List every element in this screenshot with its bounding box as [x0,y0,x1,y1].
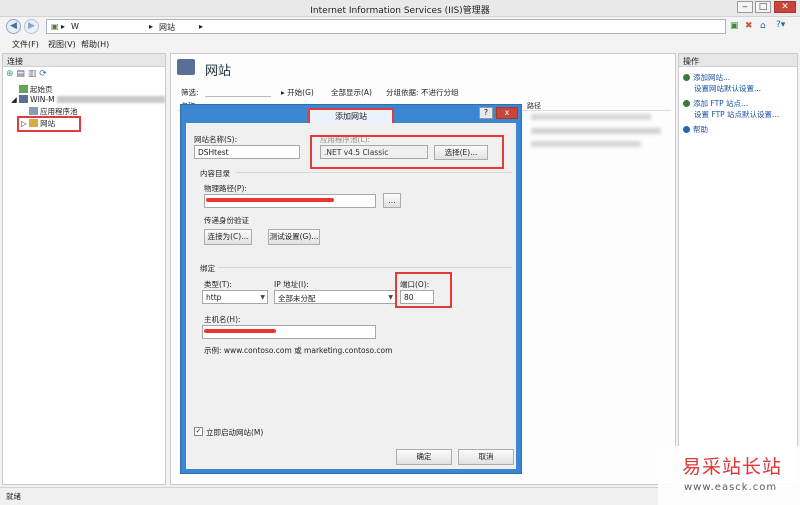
dialog-title-bar: 添加网站 ? x [181,105,521,126]
menu-bar: 文件(F) 视图(V) 帮助(H) [0,37,800,51]
ip-label: IP 地址(I): [274,280,309,289]
annotation-box-port [395,272,452,308]
physical-path-label: 物理路径(P): [204,184,247,193]
show-all-button[interactable]: 全部显示(A) [331,87,372,98]
address-path: 网站 [159,23,175,32]
site-name-input[interactable]: DSHtest [194,145,300,159]
address-host: W [71,22,79,31]
watermark-brand: 易采站长站 [682,456,783,478]
maximize-button[interactable]: □ [755,1,771,13]
action-site-defaults[interactable]: 设置网站默认设置... [694,83,761,94]
window-title-bar: Internet Information Services (IIS)管理器 ‒… [0,0,800,17]
actions-header: 操作 [679,54,797,67]
tree-item-server[interactable]: ◢ WIN-M [11,95,165,104]
hostname-label: 主机名(H): [204,315,241,324]
site-name-label: 网站名称(S): [194,135,238,144]
chevron-down-icon: ▼ [388,294,393,301]
connections-header: 连接 [3,54,165,67]
menu-view[interactable]: 视图(V) [48,39,76,50]
help-circle-icon [683,126,690,133]
connections-pane: 连接 ⊕ ▤ ▥ ⟳ 起始页 ◢ WIN-M 应用程序池 ▷ 网站 [2,53,166,485]
up-icon[interactable]: ▥ [28,69,37,79]
back-arrow-icon[interactable]: ◀ [6,19,21,34]
connect-icon[interactable]: ⊕ [6,69,14,79]
group-by-label: 分组依据: [386,88,419,97]
menu-file[interactable]: 文件(F) [12,39,39,50]
group-by-select[interactable]: 不进行分组 [421,87,459,98]
start-page-icon [19,85,28,93]
ok-button[interactable]: 确定 [396,449,452,465]
server-icon [19,95,29,103]
sites-globe-icon [177,59,195,75]
start-button[interactable]: ▸ 开始(G) [281,87,314,98]
cancel-button[interactable]: 取消 [458,449,514,465]
blurred-row [531,114,651,120]
test-settings-button[interactable]: 测试设置(G)... [268,229,320,245]
save-icon[interactable]: ▤ [16,69,25,79]
watermark: 易采站长站 www.easck.com [658,446,800,505]
dialog-close-button[interactable]: x [496,107,518,119]
content-dir-label: 内容目录 [200,169,230,178]
ftp-icon [683,100,690,107]
browse-button[interactable]: ... [383,193,401,208]
dialog-help-button[interactable]: ? [479,107,493,119]
help-icon[interactable]: ?▾ [776,20,785,30]
status-text: 就绪 [6,492,21,501]
ip-select[interactable]: 全部未分配 ▼ [274,290,396,304]
computer-icon: ▣ [51,22,59,31]
blurred-row [531,141,641,147]
connections-toolbar: ⊕ ▤ ▥ ⟳ [6,69,47,79]
minimize-button[interactable]: ‒ [737,1,753,13]
annotation-box-app-pool [310,135,504,169]
action-help[interactable]: 帮助 [683,124,708,135]
stop-icon[interactable]: ✖ [745,21,753,31]
globe-icon [683,74,690,81]
binding-label: 绑定 [200,264,215,273]
app-pool-icon [29,107,38,115]
dialog-body: 网站名称(S): DSHtest 应用程序池(L): .NET v4.5 Cla… [186,123,516,469]
window-title: Internet Information Services (IIS)管理器 [310,6,490,16]
start-now-label: 立即启动网站(M) [206,428,264,437]
redacted-hostname [204,329,276,333]
blurred-server-name [56,96,165,103]
page-title: 网站 [205,64,232,79]
menu-help[interactable]: 帮助(H) [81,39,109,50]
hostname-example: 示例: www.contoso.com 或 marketing.contoso.… [204,346,393,355]
address-bar: ◀ ▶ ▣ ▸ W ▸ 网站 ▸ ▣ ✖ ⌂ ?▾ [0,17,800,37]
action-ftp-defaults[interactable]: 设置 FTP 站点默认设置... [694,109,779,120]
connect-as-button[interactable]: 连接为(C)... [204,229,252,245]
filter-label: 筛选: [181,88,199,97]
add-site-dialog: 添加网站 ? x 网站名称(S): DSHtest 应用程序池(L): .NET… [180,104,522,474]
close-window-button[interactable]: ✕ [774,1,796,13]
tree-item-start-page[interactable]: 起始页 [19,84,53,95]
type-select[interactable]: http ▼ [202,290,268,304]
watermark-url: www.easck.com [684,482,778,493]
actions-pane: 操作 添加网站... 设置网站默认设置... 添加 FTP 站点... 设置 F… [678,53,798,485]
passthrough-label: 传递身份验证 [204,216,249,225]
action-add-ftp[interactable]: 添加 FTP 站点... [683,98,748,109]
filter-input[interactable] [205,87,271,97]
annotation-box-sites [17,116,81,132]
column-path[interactable]: 路径 [527,101,541,111]
action-add-site[interactable]: 添加网站... [683,72,730,83]
filter-toolbar: 筛选: ▸ 开始(G) 全部显示(A) 分组依据: 不进行分组 [181,87,671,99]
chevron-down-icon: ▼ [260,294,265,301]
home-icon[interactable]: ⌂ [760,21,766,31]
address-field[interactable]: ▣ ▸ W ▸ 网站 ▸ [46,19,726,34]
type-label: 类型(T): [204,280,232,289]
refresh-icon[interactable]: ▣ [730,21,739,31]
refresh-tree-icon[interactable]: ⟳ [39,69,47,79]
start-now-checkbox[interactable]: ✓ [194,427,203,436]
forward-arrow-icon[interactable]: ▶ [24,19,39,34]
redacted-path [206,198,334,202]
blurred-row [531,128,661,134]
